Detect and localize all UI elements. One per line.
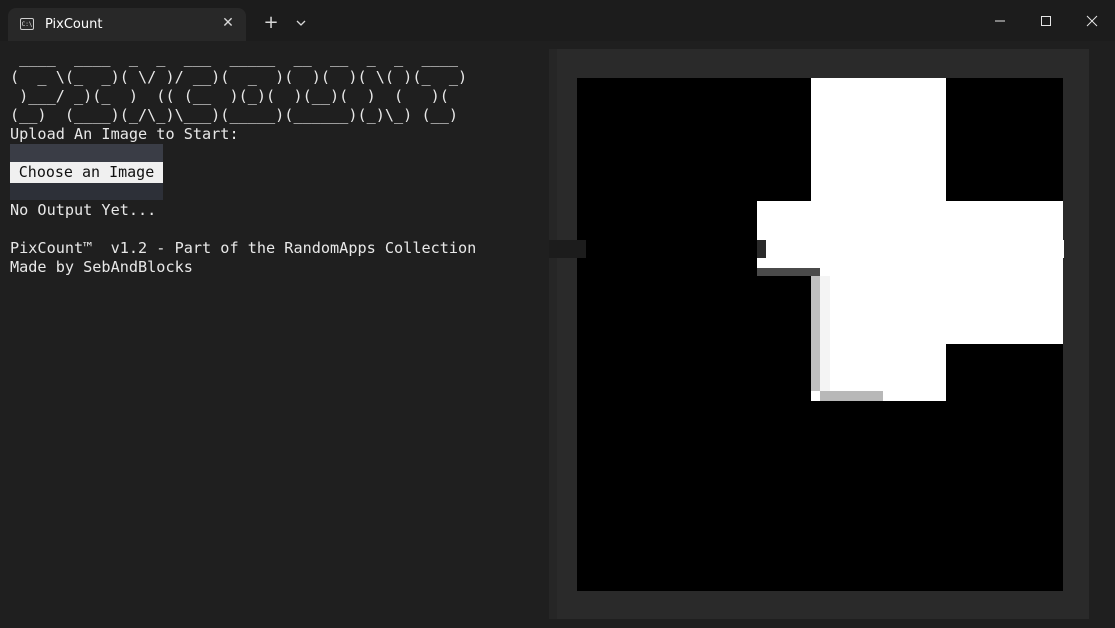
image-preview: [549, 78, 1064, 591]
version-info: PixCount™ v1.2 - Part of the RandomApps …: [10, 239, 477, 257]
close-window-button[interactable]: [1069, 0, 1115, 41]
title-bar: C:\ PixCount ✕ +: [0, 0, 1115, 41]
tab-pixcount[interactable]: C:\ PixCount ✕: [8, 8, 246, 41]
chevron-down-icon[interactable]: [292, 14, 310, 32]
ascii-line: ( _ \(_ _)( \/ )/ __)( _ )( )( )( \( )(_…: [10, 68, 468, 86]
minimize-icon: [995, 20, 1005, 21]
minimize-button[interactable]: [977, 0, 1023, 41]
ascii-logo: ____ ____ _ _ ___ _____ __ __ _ _ ____ (…: [10, 49, 467, 125]
new-tab-button[interactable]: +: [261, 13, 281, 33]
file-picker: Choose an Image: [10, 144, 163, 200]
choose-image-button[interactable]: Choose an Image: [10, 162, 163, 183]
terminal-window: C:\ PixCount ✕ + ____ ____ _ _ ___ _____…: [0, 0, 1115, 628]
ascii-line: )___/ _)(_ ) (( (__ )(_)( )(__)( ) ( )(: [10, 87, 468, 105]
maximize-button[interactable]: [1023, 0, 1069, 41]
output-status: No Output Yet...: [10, 201, 157, 219]
close-tab-icon[interactable]: ✕: [219, 14, 237, 32]
close-icon: [1086, 15, 1098, 26]
upload-label: Upload An Image to Start:: [10, 125, 239, 143]
tab-title: PixCount: [45, 17, 103, 32]
author-credit: Made by SebAndBlocks: [10, 258, 193, 276]
terminal-icon: C:\: [20, 18, 34, 30]
maximize-icon: [1041, 15, 1051, 26]
file-picker-header: [10, 144, 163, 162]
ascii-line: (__) (____)(_/\_)\___)(_____)(______)(_)…: [10, 106, 468, 124]
ascii-line: ____ ____ _ _ ___ _____ __ __ _ _ ____: [10, 49, 468, 67]
preview-image: [549, 78, 1064, 401]
